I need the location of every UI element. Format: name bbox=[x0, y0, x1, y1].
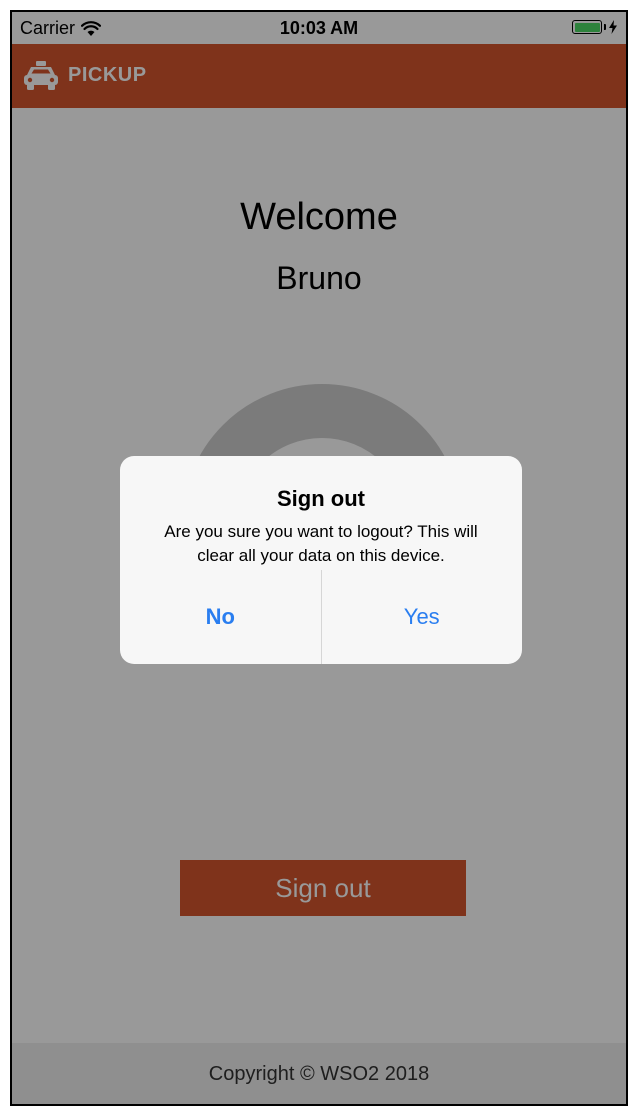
dialog-title: Sign out bbox=[277, 486, 365, 511]
sign-out-dialog: Sign out Are you sure you want to logout… bbox=[120, 456, 522, 664]
dialog-yes-button[interactable]: Yes bbox=[322, 570, 523, 664]
phone-screen: Carrier 10:03 AM PICKUP Welcome Bruno Si… bbox=[10, 10, 628, 1106]
dialog-actions: No Yes bbox=[120, 570, 522, 664]
dialog-no-button[interactable]: No bbox=[120, 570, 321, 664]
dialog-message: Are you sure you want to logout? This wi… bbox=[164, 522, 478, 565]
